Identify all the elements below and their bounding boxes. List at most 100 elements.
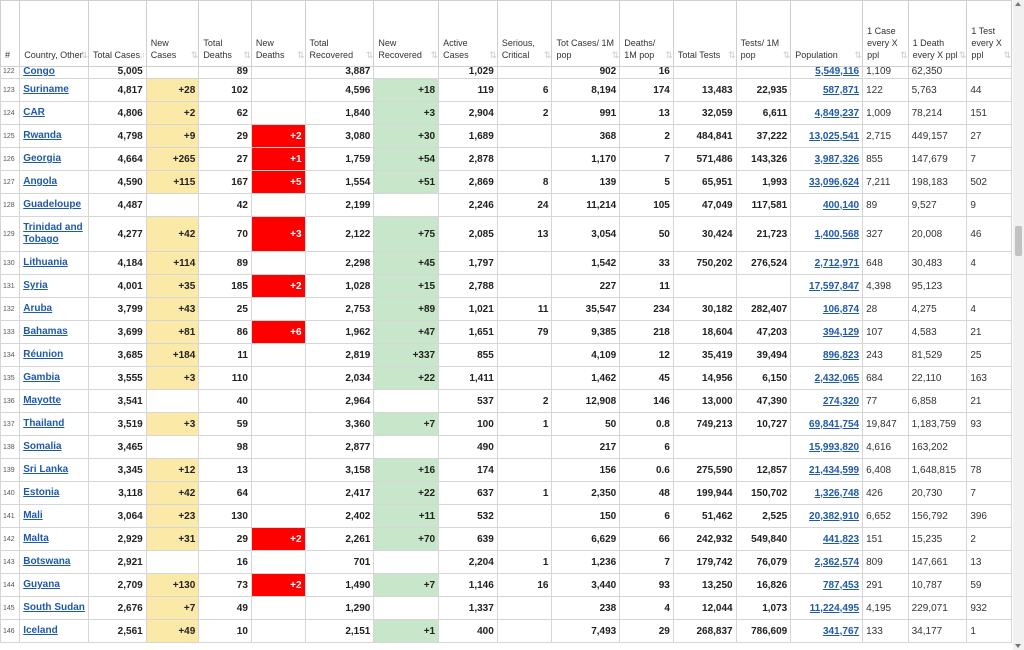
header-col-num[interactable]: #	[0, 0, 21, 67]
population-link[interactable]: 787,453	[823, 580, 859, 591]
sort-arrows-icon[interactable]: ⇅	[1003, 49, 1010, 61]
country-link[interactable]: Suriname	[23, 84, 69, 95]
sort-arrows-icon[interactable]: ⇅	[783, 49, 790, 61]
deaths-per-1m-cell: 48	[619, 481, 674, 505]
population-link[interactable]: 15,993,820	[809, 442, 859, 453]
sort-arrows-icon[interactable]: ⇅	[612, 49, 619, 61]
sort-arrows-icon[interactable]: ⇅	[297, 49, 304, 61]
country-link[interactable]: Rwanda	[23, 130, 61, 141]
country-link[interactable]: Botswana	[23, 556, 70, 567]
population-link[interactable]: 341,767	[823, 626, 859, 637]
sort-arrows-icon[interactable]: ⇅	[431, 49, 438, 61]
country-link[interactable]: Sri Lanka	[23, 464, 68, 475]
country-link[interactable]: Aruba	[23, 303, 52, 314]
total-cases-cell: 2,561	[88, 619, 147, 643]
population-link[interactable]: 106,874	[823, 304, 859, 315]
country-link[interactable]: Mayotte	[23, 395, 61, 406]
total-deaths-cell: 29	[198, 527, 252, 551]
population-link[interactable]: 3,987,326	[815, 154, 860, 165]
sort-arrows-icon[interactable]: ⇅	[900, 49, 907, 61]
population-link[interactable]: 1,400,568	[815, 229, 860, 240]
country-link[interactable]: Gambia	[23, 372, 60, 383]
population-link[interactable]: 274,320	[823, 396, 859, 407]
header-col-cases-per-1m[interactable]: Tot Cases/ 1M pop ⇅	[551, 0, 621, 67]
population-link[interactable]: 1,326,748	[815, 488, 860, 499]
header-col-total-cases[interactable]: Total Cases ↓↑	[88, 0, 147, 67]
header-col-deaths-per-1m[interactable]: Deaths/ 1M pop ⇅	[619, 0, 674, 67]
country-link[interactable]: Guadeloupe	[23, 199, 81, 210]
sort-arrows-icon[interactable]: ⇅	[665, 49, 672, 61]
header-col-case-every-x[interactable]: 1 Case every X ppl ⇅	[862, 0, 909, 67]
tests-per-1m-cell: 117,581	[735, 193, 792, 217]
population-link[interactable]: 69,841,754	[809, 419, 859, 430]
country-link[interactable]: CAR	[23, 107, 45, 118]
population-link[interactable]: 4,849,237	[815, 108, 860, 119]
scroll-down-arrow-icon[interactable]	[1015, 644, 1021, 648]
header-col-total-tests[interactable]: Total Tests ⇅	[672, 0, 737, 67]
population-link[interactable]: 2,712,971	[815, 258, 860, 269]
sort-arrows-icon[interactable]: ⇅	[544, 49, 551, 61]
population-link[interactable]: 441,823	[823, 534, 859, 545]
sort-arrows-icon[interactable]: ⇅	[959, 49, 966, 61]
population-link[interactable]: 896,823	[823, 350, 859, 361]
country-link[interactable]: Congo	[23, 68, 55, 78]
country-link[interactable]: Thailand	[23, 418, 64, 429]
population-link[interactable]: 33,096,624	[809, 177, 859, 188]
row-number: 123	[0, 78, 21, 102]
country-link[interactable]: Syria	[23, 280, 47, 291]
population-link[interactable]: 20,382,910	[809, 511, 859, 522]
header-label: Deaths/ 1M pop	[624, 38, 656, 60]
country-link[interactable]: Guyana	[23, 579, 60, 590]
sort-arrows-icon[interactable]: ⇅	[366, 49, 373, 61]
population-link[interactable]: 587,871	[823, 85, 859, 96]
country-link[interactable]: Angola	[23, 176, 57, 187]
header-col-population[interactable]: Population ⇅	[790, 0, 864, 67]
cases-per-1m-cell: 11,214	[551, 193, 621, 217]
population-link[interactable]: 13,025,541	[809, 131, 859, 142]
country-link[interactable]: Malta	[23, 533, 49, 544]
tests-per-1m-cell: 1,073	[735, 596, 792, 620]
population-link[interactable]: 21,434,599	[809, 465, 859, 476]
population-cell: 106,874	[790, 297, 864, 321]
sort-arrows-icon[interactable]: ⇅	[489, 49, 496, 61]
population-link[interactable]: 400,140	[823, 200, 859, 211]
header-col-new-recovered[interactable]: New Recovered ⇅	[373, 0, 440, 67]
country-link[interactable]: Mali	[23, 510, 42, 521]
country-link[interactable]: Lithuania	[23, 257, 67, 268]
population-link[interactable]: 11,224,495	[810, 603, 860, 614]
country-link[interactable]: Trinidad and Tobago	[23, 222, 82, 245]
header-col-tests-per-1m[interactable]: Tests/ 1M pop ⇅	[735, 0, 792, 67]
population-link[interactable]: 394,129	[823, 327, 859, 338]
sort-arrows-icon[interactable]: ⇅	[191, 49, 198, 61]
header-col-test-every-x[interactable]: 1 Test every X ppl ⇅	[966, 0, 1012, 67]
scroll-thumb[interactable]	[1015, 226, 1022, 256]
country-link[interactable]: Georgia	[23, 153, 61, 164]
sort-arrows-icon[interactable]: ⇅	[80, 49, 87, 61]
population-link[interactable]: 2,432,065	[815, 373, 860, 384]
sort-arrows-icon[interactable]: ⇅	[855, 49, 862, 61]
population-link[interactable]: 2,362,574	[815, 557, 860, 568]
header-col-total-recovered[interactable]: Total Recovered ⇅	[304, 0, 375, 67]
country-link[interactable]: South Sudan	[23, 602, 85, 613]
header-col-death-every-x[interactable]: 1 Death every X ppl ⇅	[907, 0, 968, 67]
scroll-up-arrow-icon[interactable]	[1015, 2, 1021, 6]
header-col-new-cases[interactable]: New Cases ⇅	[145, 0, 200, 67]
country-link[interactable]: Estonia	[23, 487, 59, 498]
country-link[interactable]: Somalia	[23, 441, 61, 452]
header-col-new-deaths[interactable]: New Deaths ⇅	[250, 0, 306, 67]
row-number: 142	[0, 527, 21, 551]
header-col-total-deaths[interactable]: Total Deaths ⇅	[198, 0, 252, 67]
sort-arrows-icon[interactable]: ↓↑	[139, 49, 146, 61]
country-link[interactable]: Iceland	[23, 625, 57, 636]
population-link[interactable]: 5,549,116	[815, 68, 859, 78]
header-col-active-cases[interactable]: Active Cases ⇅	[438, 0, 498, 67]
total-deaths-cell: 64	[198, 481, 252, 505]
vertical-scrollbar[interactable]	[1013, 0, 1024, 650]
header-col-serious-critical[interactable]: Serious, Critical ⇅	[496, 0, 553, 67]
country-link[interactable]: Réunion	[23, 349, 63, 360]
sort-arrows-icon[interactable]: ⇅	[728, 49, 735, 61]
population-link[interactable]: 17,597,847	[809, 281, 859, 292]
sort-arrows-icon[interactable]: ⇅	[243, 49, 250, 61]
country-link[interactable]: Bahamas	[23, 326, 67, 337]
header-col-country[interactable]: Country, Other ⇅	[19, 0, 90, 67]
